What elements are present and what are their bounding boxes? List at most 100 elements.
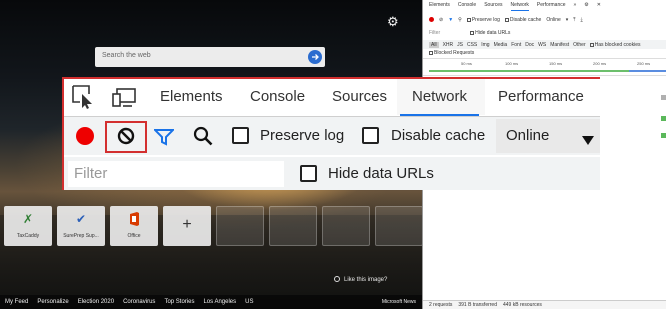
timeline-tick: 250 ms	[637, 61, 651, 66]
search-arrow-icon	[312, 54, 319, 60]
network-status-bar: 2 requests 391 B transferred 449 kB reso…	[423, 300, 666, 309]
timeline-bar-blue	[629, 70, 666, 72]
tab-console[interactable]: Console	[458, 2, 476, 11]
throttle-select[interactable]: Online	[496, 119, 600, 153]
tab-performance[interactable]: Performance	[498, 88, 584, 105]
empty-tile	[322, 206, 370, 246]
upload-icon[interactable]: ⤒	[573, 17, 575, 23]
clear-icon[interactable]: ⊘	[439, 17, 443, 23]
tab-elements[interactable]: Elements	[429, 2, 450, 11]
timeline-tick: 150 ms	[549, 61, 563, 66]
tab-sources[interactable]: Sources	[484, 2, 502, 11]
disable-cache-checkbox[interactable]: Disable cache	[504, 17, 541, 23]
settings-gear-icon[interactable]: ⚙	[584, 2, 588, 11]
record-button[interactable]	[429, 17, 434, 22]
quick-links: ✗ TaxCaddy ✔ SurePrep Sup... Office +	[4, 206, 422, 246]
news-feed-bar: My Feed Personalize Election 2020 Corona…	[0, 295, 422, 309]
tab-elements[interactable]: Elements	[160, 88, 223, 105]
disable-cache-label: Disable cache	[391, 127, 486, 144]
devtools-tabbar: Elements Console Sources Network Perform…	[423, 2, 666, 11]
feed-item[interactable]: US	[245, 299, 253, 305]
type-filter-xhr[interactable]: XHR	[443, 42, 454, 48]
inspect-element-icon[interactable]	[72, 85, 94, 114]
tile-sureprep[interactable]: ✔ SurePrep Sup...	[57, 206, 105, 246]
type-filter-all[interactable]: All	[429, 41, 439, 48]
blocked-requests-checkbox[interactable]: Blocked Requests	[423, 50, 666, 58]
hide-data-urls-checkbox[interactable]	[300, 165, 317, 182]
transferred-size: 391 B transferred	[458, 302, 497, 308]
record-button[interactable]	[76, 127, 94, 145]
resource-type-filters: All XHR JS CSS Img Media Font Doc WS Man…	[423, 40, 666, 49]
chevron-down-icon	[582, 132, 594, 150]
throttle-select[interactable]: Online	[546, 17, 560, 23]
filter-input[interactable]: Filter	[429, 30, 440, 36]
location-pin-icon	[334, 276, 340, 282]
add-tile-button[interactable]: +	[163, 206, 211, 246]
type-filter-img[interactable]: Img	[481, 42, 489, 48]
has-blocked-cookies-checkbox[interactable]: Has blocked cookies	[589, 42, 640, 48]
feed-item[interactable]: Top Stories	[164, 299, 194, 305]
preserve-log-label: Preserve log	[260, 127, 345, 144]
disable-cache-checkbox[interactable]	[362, 127, 379, 144]
type-filter-other[interactable]: Other	[573, 42, 586, 48]
tab-console[interactable]: Console	[250, 88, 305, 105]
tab-sources[interactable]: Sources	[332, 88, 387, 105]
type-filter-media[interactable]: Media	[494, 42, 508, 48]
search-icon[interactable]	[193, 126, 213, 151]
preserve-log-checkbox[interactable]: Preserve log	[466, 17, 500, 23]
hide-data-urls-checkbox[interactable]: Hide data URLs	[470, 30, 510, 36]
tab-performance[interactable]: Performance	[537, 2, 566, 11]
feed-item[interactable]: Los Angeles	[203, 299, 236, 305]
search-placeholder: Search the web	[102, 52, 151, 59]
taxcaddy-icon: ✗	[22, 212, 34, 226]
device-toolbar-icon[interactable]	[112, 88, 136, 113]
type-filter-manifest[interactable]: Manifest	[550, 42, 569, 48]
empty-tile	[269, 206, 317, 246]
filter-row: Filter Hide data URLs	[423, 28, 666, 38]
network-timeline-overview[interactable]: 50 ms 100 ms 150 ms 200 ms 250 ms	[423, 58, 666, 76]
tab-network[interactable]: Network	[399, 88, 480, 116]
sureprep-icon: ✔	[75, 212, 87, 226]
tile-office[interactable]: Office	[110, 206, 158, 246]
hide-data-urls-label: Hide data URLs	[328, 165, 434, 182]
filter-icon[interactable]: ▼	[448, 17, 453, 23]
feed-item[interactable]: Coronavirus	[123, 299, 155, 305]
timeline-tick: 50 ms	[461, 61, 472, 66]
waterfall-marker	[661, 95, 666, 100]
close-icon[interactable]: ✕	[597, 2, 601, 11]
filter-input[interactable]: Filter	[68, 161, 284, 187]
type-filter-doc[interactable]: Doc	[525, 42, 534, 48]
filter-icon[interactable]	[152, 128, 176, 151]
network-toolbar: ⊘ ▼ ⚲ Preserve log Disable cache Online …	[423, 15, 666, 24]
like-this-image-link[interactable]: Like this image?	[334, 276, 387, 283]
requests-count: 2 requests	[429, 302, 453, 308]
like-image-label: Like this image?	[344, 277, 388, 283]
timeline-tick: 100 ms	[505, 61, 519, 66]
devtools-tabbar-zoomed: Elements Console Sources Network Perform…	[64, 79, 600, 116]
feed-item[interactable]: My Feed	[5, 299, 28, 305]
throttle-value: Online	[506, 127, 550, 144]
tile-taxcaddy[interactable]: ✗ TaxCaddy	[4, 206, 52, 246]
timeline-bar-green	[429, 70, 629, 72]
type-filter-ws[interactable]: WS	[538, 42, 546, 48]
feed-item[interactable]: Election 2020	[78, 299, 114, 305]
clear-icon[interactable]	[117, 127, 135, 150]
filter-placeholder: Filter	[74, 165, 108, 182]
microsoft-news-logo: Microsoft News	[381, 299, 416, 305]
tab-network[interactable]: Network	[510, 2, 529, 11]
feed-item[interactable]: Personalize	[37, 299, 68, 305]
more-tabs-button[interactable]: »	[574, 2, 577, 11]
filter-row-zoomed: Filter Hide data URLs	[64, 157, 600, 190]
search-submit-button[interactable]	[308, 50, 322, 64]
type-filter-css[interactable]: CSS	[467, 42, 477, 48]
devtools-zoom-callout: Elements Console Sources Network Perform…	[62, 77, 600, 190]
settings-gear-icon[interactable]: ⚙	[387, 15, 399, 28]
chevron-down-icon[interactable]: ▾	[566, 17, 569, 23]
type-filter-font[interactable]: Font	[511, 42, 521, 48]
download-icon[interactable]: ⤓	[581, 17, 583, 23]
tile-label: SurePrep Sup...	[63, 233, 99, 239]
web-search-box[interactable]: Search the web	[95, 47, 325, 67]
preserve-log-checkbox[interactable]	[232, 127, 249, 144]
type-filter-js[interactable]: JS	[457, 42, 463, 48]
search-icon[interactable]: ⚲	[458, 17, 462, 23]
